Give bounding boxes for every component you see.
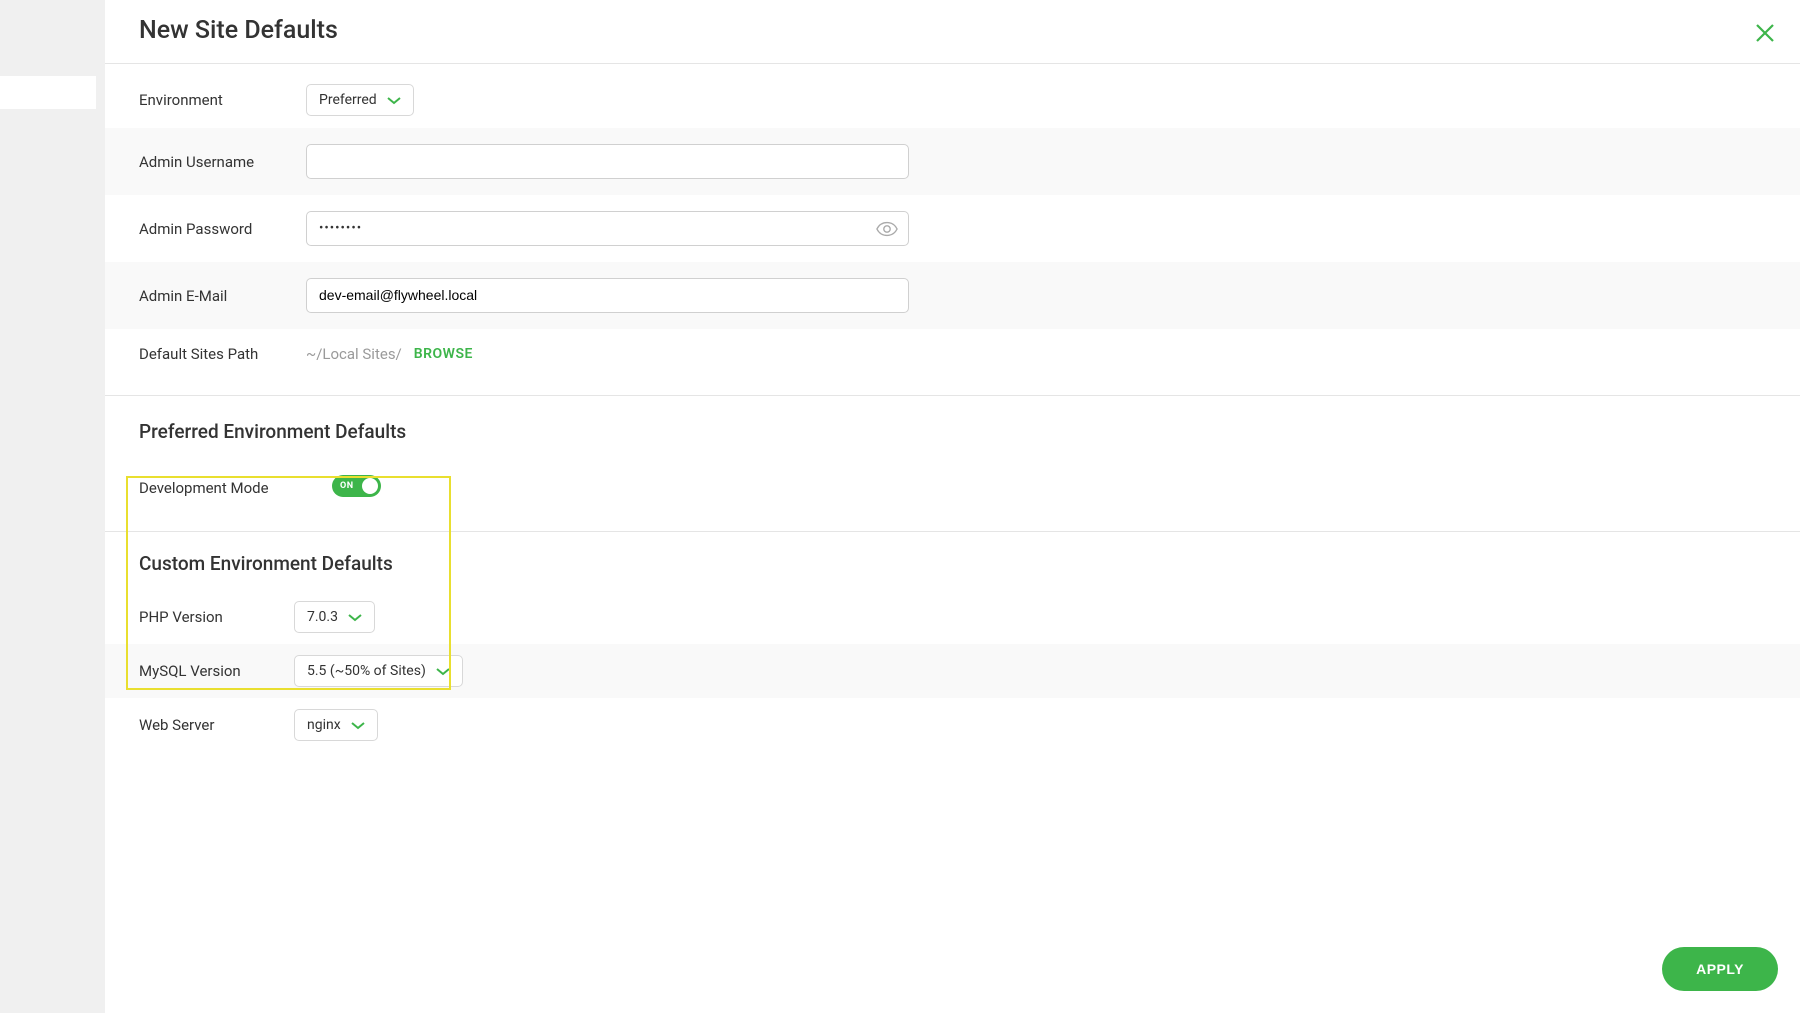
chevron-down-icon <box>348 613 362 622</box>
row-sites-path: Default Sites Path ~/Local Sites/ BROWSE <box>105 329 1800 379</box>
label-php-version: PHP Version <box>139 608 294 626</box>
row-php-version: PHP Version 7.0.3 <box>105 581 1800 644</box>
close-button[interactable] <box>1746 14 1784 52</box>
row-environment: Environment Preferred <box>105 64 1800 128</box>
dropdown-mysql-version[interactable]: 5.5 (~50% of Sites) <box>294 655 463 687</box>
input-admin-password-wrapper: •••••••• <box>306 211 909 246</box>
row-admin-email: Admin E-Mail <box>105 262 1800 329</box>
input-admin-email-wrapper <box>306 278 909 313</box>
sites-path-value: ~/Local Sites/ <box>306 345 402 363</box>
row-admin-username: Admin Username <box>105 128 1800 195</box>
header: New Site Defaults <box>105 0 1800 64</box>
dropdown-web-server[interactable]: nginx <box>294 709 378 741</box>
row-admin-password: Admin Password •••••••• <box>105 195 1800 262</box>
page-title: New Site Defaults <box>139 16 338 45</box>
apply-button[interactable]: APPLY <box>1662 947 1778 991</box>
sidebar <box>0 0 105 1013</box>
dropdown-php-version[interactable]: 7.0.3 <box>294 601 375 633</box>
label-admin-password: Admin Password <box>139 220 306 238</box>
heading-preferred-env: Preferred Environment Defaults <box>105 396 1800 453</box>
dropdown-mysql-version-value: 5.5 (~50% of Sites) <box>307 663 426 679</box>
dropdown-environment[interactable]: Preferred <box>306 84 414 116</box>
label-dev-mode: Development Mode <box>139 479 332 497</box>
label-web-server: Web Server <box>139 716 294 734</box>
main-panel: New Site Defaults Environment Preferred … <box>105 0 1800 1013</box>
input-admin-email[interactable] <box>319 287 896 303</box>
chevron-down-icon <box>436 667 450 676</box>
chevron-down-icon <box>351 721 365 730</box>
label-mysql-version: MySQL Version <box>139 662 294 680</box>
eye-icon <box>876 221 898 237</box>
browse-button[interactable]: BROWSE <box>414 346 473 362</box>
label-admin-email: Admin E-Mail <box>139 287 306 305</box>
chevron-down-icon <box>387 96 401 105</box>
input-admin-username-wrapper <box>306 144 909 179</box>
section-new-site-defaults: Environment Preferred Admin Username Adm… <box>105 64 1800 396</box>
dropdown-php-version-value: 7.0.3 <box>307 609 338 625</box>
dropdown-web-server-value: nginx <box>307 717 341 733</box>
reveal-password-button[interactable] <box>876 218 898 240</box>
label-sites-path: Default Sites Path <box>139 345 306 363</box>
input-admin-password[interactable]: •••••••• <box>319 221 896 236</box>
close-icon <box>1753 21 1777 45</box>
dropdown-environment-value: Preferred <box>319 92 377 108</box>
toggle-dev-mode[interactable]: ON <box>332 475 381 497</box>
section-custom-env: Custom Environment Defaults PHP Version … <box>105 532 1800 752</box>
section-preferred-env: Preferred Environment Defaults Developme… <box>105 396 1800 532</box>
input-admin-username[interactable] <box>319 153 896 169</box>
heading-custom-env: Custom Environment Defaults <box>105 532 1800 581</box>
label-admin-username: Admin Username <box>139 153 306 171</box>
row-mysql-version: MySQL Version 5.5 (~50% of Sites) <box>105 644 1800 698</box>
toggle-knob <box>362 478 378 494</box>
label-environment: Environment <box>139 91 306 109</box>
sidebar-active-tab[interactable] <box>0 76 96 109</box>
toggle-on-label: ON <box>340 481 354 491</box>
row-dev-mode: Development Mode ON <box>105 453 1800 515</box>
row-web-server: Web Server nginx <box>105 698 1800 752</box>
